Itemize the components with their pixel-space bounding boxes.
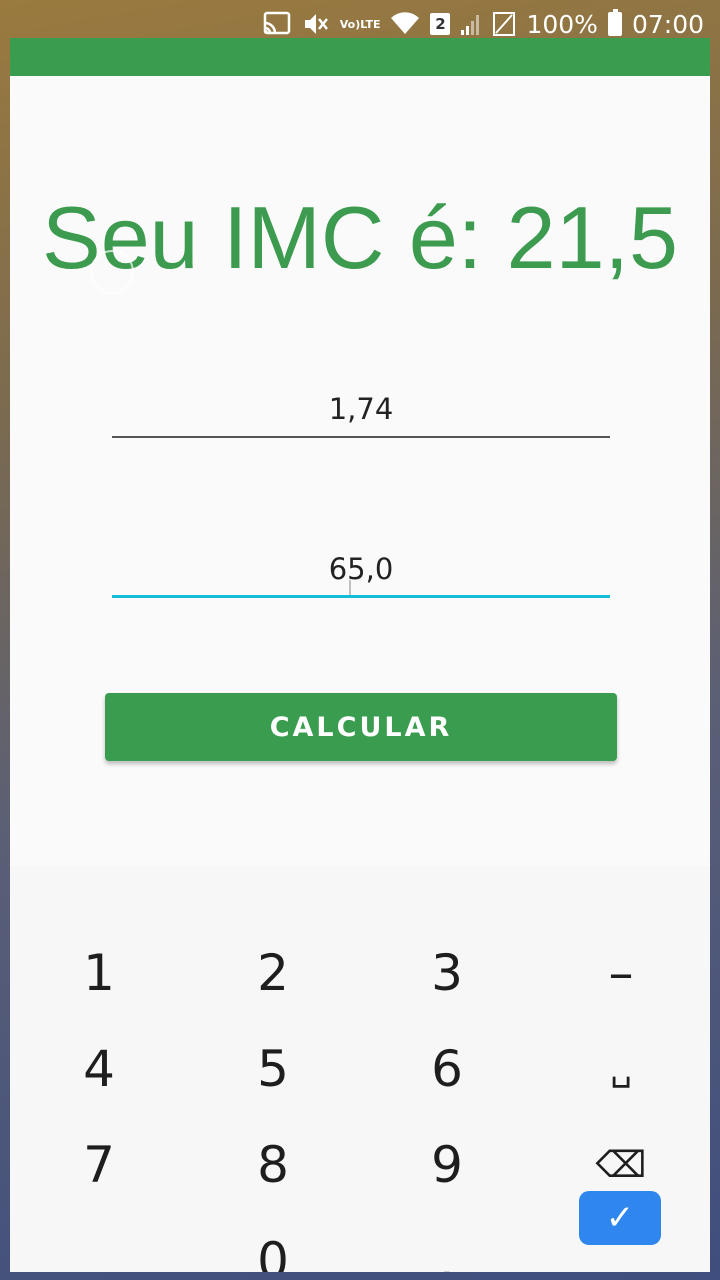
text-cursor — [349, 580, 351, 596]
done-key[interactable]: ✓ — [579, 1191, 661, 1245]
battery-percent: 100% — [526, 9, 598, 39]
key-0[interactable]: 0 — [198, 1216, 348, 1272]
battery-icon — [607, 9, 622, 36]
signal-icon — [460, 12, 482, 36]
numeric-keyboard: 1 2 3 – 4 5 6 ␣ 7 8 9 ⌫ , 0 . ✓ — [10, 866, 710, 1272]
cast-icon — [262, 11, 292, 37]
key-9[interactable]: 9 — [372, 1120, 522, 1210]
weight-input-underline — [112, 595, 610, 598]
height-input-underline — [112, 436, 610, 438]
no-sim-signal-icon — [492, 11, 516, 37]
key-4[interactable]: 4 — [24, 1024, 174, 1114]
key-minus[interactable]: – — [546, 928, 696, 1018]
weight-input-value: 65,0 — [328, 552, 394, 586]
app-toolbar — [10, 38, 710, 76]
clock: 07:00 — [631, 9, 704, 39]
wifi-icon — [390, 12, 420, 36]
volte-icon: Vo) LTE — [339, 17, 381, 31]
key-6[interactable]: 6 — [372, 1024, 522, 1114]
key-period[interactable]: . — [372, 1216, 522, 1272]
key-1[interactable]: 1 — [24, 928, 174, 1018]
key-5[interactable]: 5 — [198, 1024, 348, 1114]
height-input[interactable]: 1,74 — [112, 388, 610, 438]
key-comma[interactable]: , — [24, 1216, 174, 1272]
key-8[interactable]: 8 — [198, 1120, 348, 1210]
key-7[interactable]: 7 — [24, 1120, 174, 1210]
weight-input[interactable]: 65,0 — [112, 548, 610, 598]
height-input-value: 1,74 — [328, 392, 394, 426]
key-2[interactable]: 2 — [198, 928, 348, 1018]
app-window: Seu IMC é: 21,5 1,74 65,0 CALCULAR 1 2 3… — [10, 38, 710, 1272]
calculate-button[interactable]: CALCULAR — [105, 693, 617, 761]
key-space[interactable]: ␣ — [546, 1024, 696, 1114]
key-3[interactable]: 3 — [372, 928, 522, 1018]
touch-ripple — [90, 250, 134, 294]
sim-slot-badge: 2 — [430, 13, 451, 35]
mute-icon — [302, 11, 330, 37]
